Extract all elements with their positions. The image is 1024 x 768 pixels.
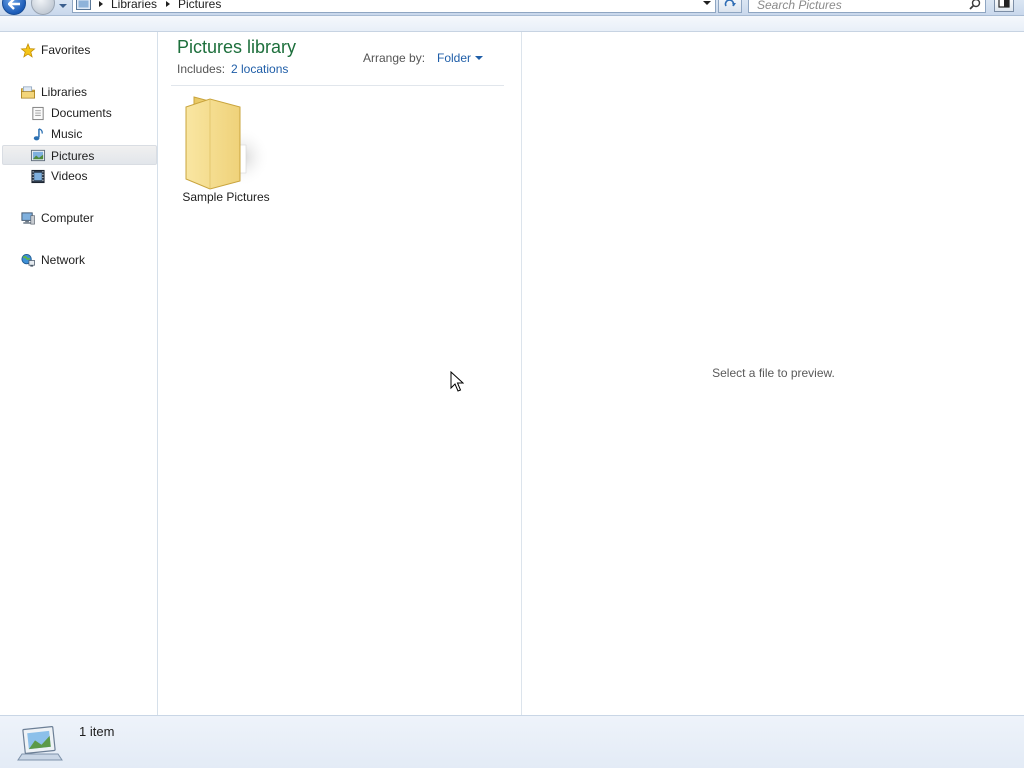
pictures-library-icon — [17, 725, 63, 761]
nav-label: Videos — [51, 169, 88, 183]
library-root-icon — [76, 0, 91, 10]
refresh-button[interactable] — [718, 0, 742, 13]
nav-label: Libraries — [41, 85, 88, 99]
file-list-pane[interactable]: Pictures library Includes: 2 locations A… — [159, 32, 522, 715]
nav-item-favorites[interactable]: Favorites — [20, 40, 150, 60]
back-arrow-icon — [8, 0, 20, 10]
breadcrumb[interactable]: Libraries Pictures — [72, 0, 716, 13]
recent-pages-button[interactable] — [58, 0, 68, 10]
refresh-icon — [724, 0, 736, 7]
includes-locations-link[interactable]: 2 locations — [231, 62, 288, 76]
network-icon — [21, 253, 35, 267]
music-note-icon — [33, 128, 43, 141]
page-title: Pictures library — [177, 37, 297, 57]
nav-label: Favorites — [41, 43, 91, 57]
includes-label: Includes: — [177, 62, 226, 76]
nav-item-network[interactable]: Network — [20, 250, 150, 270]
forward-button[interactable] — [31, 0, 55, 15]
folder-label: Sample Pictures — [182, 190, 270, 204]
breadcrumb-libraries[interactable]: Libraries — [111, 0, 157, 11]
preview-pane: Select a file to preview. — [523, 32, 1024, 715]
documents-icon — [32, 106, 44, 121]
nav-label: Pictures — [51, 149, 95, 163]
videos-icon — [31, 169, 45, 184]
nav-label: Music — [51, 127, 83, 141]
search-icon[interactable] — [969, 0, 981, 10]
nav-item-pictures[interactable]: Pictures — [2, 145, 157, 165]
nav-item-libraries[interactable]: Libraries — [20, 82, 150, 102]
header-divider — [171, 85, 504, 86]
preview-message: Select a file to preview. — [712, 366, 835, 380]
preview-pane-toggle-button[interactable] — [994, 0, 1014, 12]
nav-item-computer[interactable]: Computer — [20, 208, 150, 228]
star-icon — [20, 43, 36, 58]
folder-item-sample-pictures[interactable]: Sample Pictures — [176, 90, 276, 208]
details-pane: 1 item — [0, 715, 1024, 768]
item-count: 1 item — [79, 724, 115, 739]
folder-icon — [185, 96, 270, 190]
arrange-by-label: Arrange by: — [363, 51, 426, 65]
preview-pane-icon — [998, 0, 1010, 8]
chevron-down-icon[interactable] — [475, 56, 483, 60]
arrange-by-dropdown[interactable]: Folder — [437, 51, 471, 65]
breadcrumb-separator-icon[interactable] — [99, 1, 103, 7]
mouse-pointer-icon — [450, 371, 464, 392]
back-button[interactable] — [2, 0, 26, 15]
navigation-pane: Favorites Libraries Documents Music Pict… — [0, 32, 158, 715]
nav-label: Documents — [51, 106, 112, 120]
chevron-down-icon — [59, 4, 67, 8]
computer-icon — [21, 212, 35, 225]
breadcrumb-separator-icon[interactable] — [166, 1, 170, 7]
nav-item-videos[interactable]: Videos — [30, 166, 150, 186]
address-history-dropdown[interactable] — [703, 1, 711, 5]
nav-label: Computer — [41, 211, 94, 225]
nav-item-documents[interactable]: Documents — [30, 103, 150, 123]
search-input[interactable]: Search Pictures — [748, 0, 986, 13]
search-placeholder: Search Pictures — [757, 0, 842, 12]
libraries-icon — [21, 86, 35, 99]
nav-item-music[interactable]: Music — [30, 124, 150, 144]
address-bar-strip: Libraries Pictures Search Pictures — [0, 0, 1024, 16]
breadcrumb-pictures[interactable]: Pictures — [178, 0, 221, 11]
pictures-icon — [30, 149, 46, 162]
nav-label: Network — [41, 253, 86, 267]
command-bar — [0, 16, 1024, 32]
